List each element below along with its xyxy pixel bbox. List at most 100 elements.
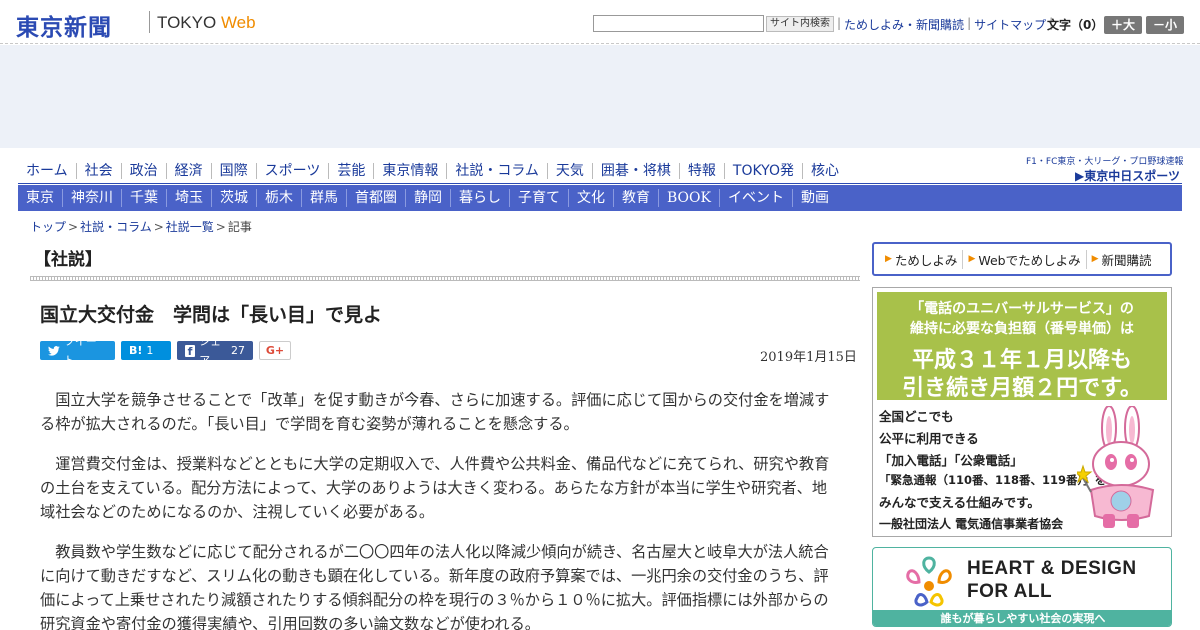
breadcrumb: トップ > 社説・コラム > 社説一覧 > 記事 — [30, 218, 252, 235]
article-body: 国立大学を競争させることで「改革」を促す動きが今春、さらに加速する。評価に応じて… — [40, 388, 842, 630]
nav-local-gunma[interactable]: 群馬 — [301, 189, 346, 207]
nav-society[interactable]: 社会 — [75, 162, 121, 179]
chunichi-sports-link[interactable]: F1・FC東京・大リーグ・プロ野球速報 ▶東京中日スポーツ — [1026, 154, 1184, 183]
tokyo-web-logo[interactable]: TOKYO Web — [157, 13, 256, 33]
nav-politics[interactable]: 政治 — [120, 162, 166, 179]
nav-international[interactable]: 国際 — [210, 162, 256, 179]
triangle-icon: ▶ — [885, 254, 892, 264]
breadcrumb-top[interactable]: トップ — [30, 220, 66, 234]
heart-flower-logo-icon — [906, 556, 952, 607]
main-nav: ホーム 社会 政治 経済 国際 スポーツ 芸能 東京情報 社説・コラム 天気 囲… — [18, 158, 847, 183]
newspaper-subscribe-label: 新聞購読 — [1101, 252, 1152, 268]
nav-editorial-column[interactable]: 社説・コラム — [446, 162, 547, 179]
web-trial-read-label: Webでためしよみ — [978, 252, 1081, 268]
web-trial-read-link[interactable]: ▶ Webでためしよみ — [962, 249, 1085, 269]
font-smaller-button[interactable]: －小 — [1146, 16, 1184, 34]
heart-design-tagline: 誰もが暮らしやすい社会の実現へ — [873, 610, 1171, 626]
heart-design-title-1: HEART & DESIGN — [967, 558, 1137, 579]
article-paragraph: 国立大学を競争させることで「改革」を促す動きが今春、さらに加速する。評価に応じて… — [40, 391, 830, 433]
triangle-icon: ▶ — [968, 254, 976, 264]
nav-local-tokyo[interactable]: 東京 — [18, 189, 62, 207]
heart-design-title-2: FOR ALL — [967, 581, 1053, 602]
nav-local-saitama[interactable]: 埼玉 — [166, 189, 211, 207]
hatena-bookmark-button[interactable]: B! 1 — [121, 341, 171, 360]
font-larger-button[interactable]: ＋大 — [1104, 16, 1142, 34]
chunichi-title: ▶東京中日スポーツ — [1075, 169, 1180, 183]
logo-tokyo-text: TOKYO — [157, 13, 217, 32]
logo-divider — [149, 11, 150, 33]
sitemap-link[interactable]: サイトマップ — [974, 16, 1046, 33]
link-separator: | — [967, 16, 972, 30]
newspaper-subscribe-link[interactable]: ▶ 新聞購読 — [1085, 249, 1157, 269]
social-share-bar: ツイート B! 1 f シェア 27 G+ — [40, 335, 291, 367]
share-count: 27 — [231, 344, 245, 357]
link-separator: | — [837, 16, 842, 30]
breadcrumb-editorial-list[interactable]: 社説一覧 — [166, 220, 214, 234]
logo-web-text: Web — [220, 13, 256, 32]
nav-economy[interactable]: 経済 — [165, 162, 211, 179]
google-plus-button[interactable]: G+ — [259, 341, 291, 360]
breadcrumb-separator: > — [215, 220, 226, 234]
nav-sports[interactable]: スポーツ — [255, 162, 329, 179]
twitter-icon — [48, 345, 60, 356]
facebook-share-button[interactable]: f シェア 27 — [177, 335, 253, 367]
ad-headline-2: 引き続き月額２円です。 — [902, 376, 1142, 401]
header-links: | ためしよみ・新聞購読 | サイトマップ | — [834, 16, 1056, 33]
breadcrumb-separator: > — [68, 220, 79, 234]
nav-weather[interactable]: 天気 — [546, 162, 592, 179]
nav-local-shutoken[interactable]: 首都圏 — [346, 189, 405, 207]
nav-go-shogi[interactable]: 囲碁・将棋 — [591, 162, 679, 179]
subscribe-box: ▶ ためしよみ ▶ Webでためしよみ ▶ 新聞購読 — [872, 242, 1172, 276]
trial-read-link[interactable]: ▶ ためしよみ — [880, 250, 962, 269]
breadcrumb-editorial-column[interactable]: 社説・コラム — [80, 220, 152, 234]
nav-culture[interactable]: 文化 — [568, 189, 613, 207]
nav-kakushin[interactable]: 核心 — [801, 162, 847, 179]
article-date: 2019年1月15日 — [760, 350, 857, 365]
nav-local-kanagawa[interactable]: 神奈川 — [62, 189, 121, 207]
ad-line-1: 「電話のユニバーサルサービス」の — [910, 301, 1134, 317]
site-logo[interactable]: 東京新聞 — [16, 8, 112, 42]
nav-entertainment[interactable]: 芸能 — [328, 162, 373, 179]
ad-line-2: 維持に必要な負担額（番号単価）は — [910, 321, 1134, 337]
facebook-icon: f — [185, 344, 196, 358]
article-paragraph: 教員数や学生数などに応じて配分されるが二〇〇四年の法人化以降減少傾向が続き、名古… — [40, 543, 829, 630]
universal-service-ad[interactable]: 「電話のユニバーサルサービス」の 維持に必要な負担額（番号単価）は 平成３１年１… — [872, 287, 1172, 537]
nav-event[interactable]: イベント — [718, 189, 792, 207]
section-title: 【社説】 — [34, 250, 102, 270]
google-plus-icon: G+ — [265, 344, 285, 357]
tweet-button[interactable]: ツイート — [40, 335, 115, 367]
nav-home[interactable]: ホーム — [18, 163, 76, 179]
trial-subscribe-link[interactable]: ためしよみ・新聞購読 — [844, 16, 964, 33]
nav-local-tochigi[interactable]: 栃木 — [256, 189, 301, 207]
nav-local-chiba[interactable]: 千葉 — [121, 189, 166, 207]
section-divider — [30, 276, 860, 281]
hatena-bookmark-icon: B! — [129, 344, 143, 357]
top-ad-band — [0, 45, 1200, 148]
nav-tokyo-info[interactable]: 東京情報 — [373, 162, 446, 179]
ad-text-3: 「加入電話」「公衆電話」 — [879, 453, 1023, 468]
font-size-label: 文字（0） — [1047, 18, 1104, 32]
breadcrumb-separator: > — [153, 220, 164, 234]
site-search-input[interactable] — [593, 15, 764, 32]
local-nav: 東京 神奈川 千葉 埼玉 茨城 栃木 群馬 首都圏 静岡 暮らし 子育て 文化 … — [18, 185, 1182, 211]
site-search-button[interactable]: サイト内検索 — [766, 16, 834, 32]
nav-childcare[interactable]: 子育て — [509, 189, 568, 207]
heart-design-ad[interactable]: HEART & DESIGN FOR ALL 誰もが暮らしやすい社会の実現へ — [872, 547, 1172, 627]
trial-read-label: ためしよみ — [894, 252, 958, 268]
nav-education[interactable]: 教育 — [613, 189, 658, 207]
nav-tokuho[interactable]: 特報 — [678, 162, 724, 179]
ad-green-panel: 「電話のユニバーサルサービス」の 維持に必要な負担額（番号単価）は 平成３１年１… — [877, 292, 1167, 401]
nav-video[interactable]: 動画 — [791, 189, 837, 207]
nav-living[interactable]: 暮らし — [450, 189, 509, 207]
nav-local-ibaraki[interactable]: 茨城 — [211, 189, 256, 207]
nav-divider — [18, 183, 1182, 184]
article-paragraph: 運営費交付金は、授業料などとともに大学の定期収入で、人件費や公共料金、備品代など… — [40, 455, 830, 521]
share-label: シェア — [199, 334, 222, 367]
tweet-label: ツイート — [63, 334, 97, 367]
article-title: 国立大交付金 学問は「長い目」で見よ — [40, 304, 383, 326]
hatena-count: 1 — [146, 344, 154, 357]
chunichi-subtitle: F1・FC東京・大リーグ・プロ野球速報 — [1026, 157, 1184, 167]
nav-local-shizuoka[interactable]: 静岡 — [405, 189, 450, 207]
nav-book[interactable]: BOOK — [658, 189, 719, 207]
nav-tokyo-hatsu[interactable]: TOKYO発 — [723, 162, 802, 179]
